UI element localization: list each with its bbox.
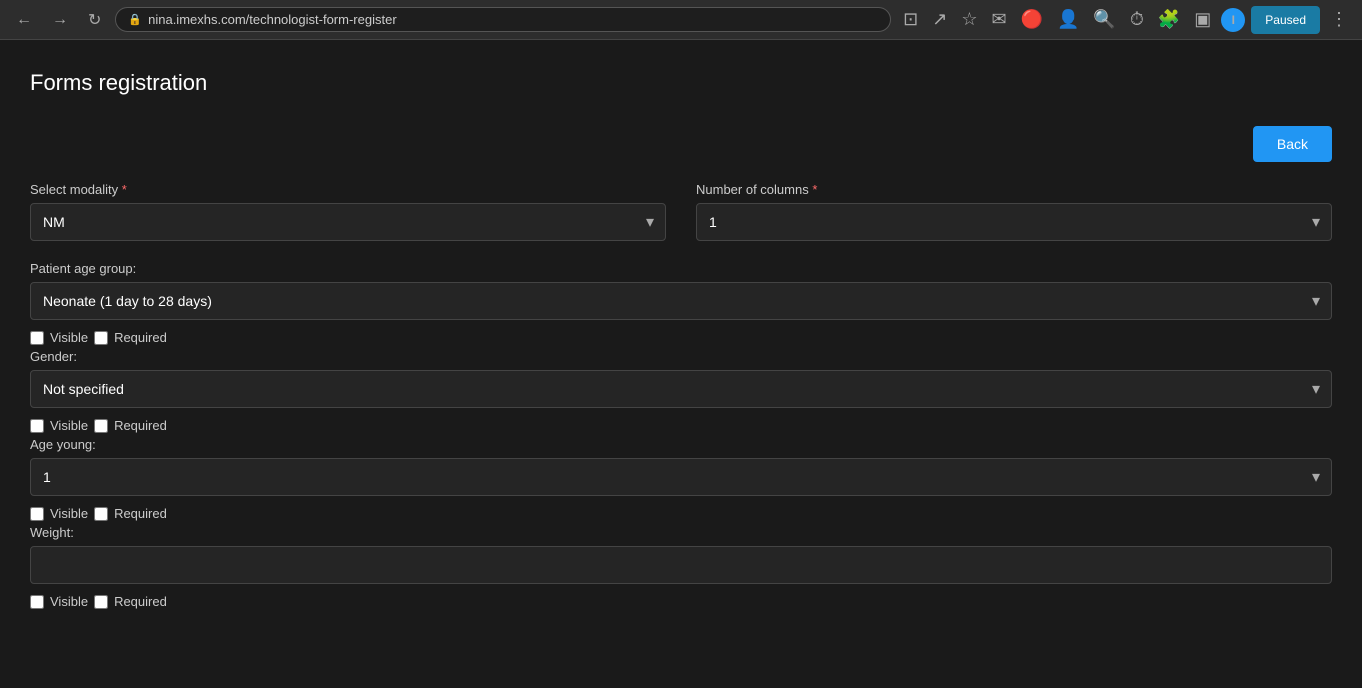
puzzle-icon[interactable]: 🧩 bbox=[1154, 5, 1184, 34]
weight-section: Visible Required Weight: bbox=[30, 506, 1332, 584]
paused-label: Paused bbox=[1261, 9, 1310, 31]
browser-actions: ⊡ ↗ ☆ ✉ 🔴 👤 🔍 ⏱ 🧩 ▣ I Paused ⋮ bbox=[899, 5, 1352, 34]
url-text: nina.imexhs.com/technologist-form-regist… bbox=[148, 12, 397, 27]
columns-group: Number of columns * 1 2 3 bbox=[696, 182, 1332, 241]
gender-visible-label[interactable]: Visible bbox=[50, 330, 88, 345]
modality-select[interactable]: NM CT MR US XR bbox=[30, 203, 666, 241]
page-title: Forms registration bbox=[30, 70, 1332, 96]
weight-required-checkbox[interactable] bbox=[94, 507, 108, 521]
back-nav-button[interactable]: ← bbox=[10, 7, 38, 33]
extra-checkbox-row: Visible Required bbox=[30, 594, 1332, 609]
gender-visible-checkbox[interactable] bbox=[30, 331, 44, 345]
bookmark-icon[interactable]: ☆ bbox=[957, 5, 981, 34]
weight-input[interactable] bbox=[30, 546, 1332, 584]
extra-visible-label[interactable]: Visible bbox=[50, 594, 88, 609]
extra-section: Visible Required bbox=[30, 594, 1332, 609]
columns-select[interactable]: 1 2 3 bbox=[696, 203, 1332, 241]
age-young-field-label: Age young: bbox=[30, 437, 1332, 452]
back-button[interactable]: Back bbox=[1253, 126, 1332, 162]
paused-badge: Paused bbox=[1251, 6, 1320, 34]
forward-nav-button[interactable]: → bbox=[46, 7, 74, 33]
columns-select-wrapper: 1 2 3 bbox=[696, 203, 1332, 241]
browser-bar: ← → ↻ 🔒 nina.imexhs.com/technologist-for… bbox=[0, 0, 1362, 40]
extra-visible-checkbox[interactable] bbox=[30, 595, 44, 609]
modality-label: Select modality * bbox=[30, 182, 666, 197]
screenshot-icon[interactable]: ⊡ bbox=[899, 5, 922, 34]
weight-required-label[interactable]: Required bbox=[114, 506, 167, 521]
age-young-select-wrapper: 1 2 3 4 5 bbox=[30, 458, 1332, 496]
user-icon[interactable]: 👤 bbox=[1053, 5, 1083, 34]
extra-required-checkbox[interactable] bbox=[94, 595, 108, 609]
gender-required-label[interactable]: Required bbox=[114, 330, 167, 345]
age-required-label[interactable]: Required bbox=[114, 418, 167, 433]
modality-columns-row: Select modality * NM CT MR US XR Number … bbox=[30, 182, 1332, 241]
address-bar[interactable]: 🔒 nina.imexhs.com/technologist-form-regi… bbox=[115, 7, 891, 32]
weight-field-label: Weight: bbox=[30, 525, 1332, 540]
patient-age-label: Patient age group: bbox=[30, 261, 1332, 276]
lock-icon: 🔒 bbox=[128, 13, 142, 26]
weight-visible-label[interactable]: Visible bbox=[50, 506, 88, 521]
gender-section: Visible Required Gender: Not specified M… bbox=[30, 330, 1332, 408]
timer-icon[interactable]: ⏱ bbox=[1126, 5, 1148, 34]
back-button-row: Back bbox=[30, 126, 1332, 162]
menu-icon[interactable]: ⋮ bbox=[1326, 5, 1352, 34]
modality-group: Select modality * NM CT MR US XR bbox=[30, 182, 666, 241]
age-required-checkbox[interactable] bbox=[94, 419, 108, 433]
reload-button[interactable]: ↻ bbox=[82, 6, 107, 34]
extension-icon[interactable]: 🔴 bbox=[1017, 5, 1047, 34]
patient-age-group: Patient age group: Neonate (1 day to 28 … bbox=[30, 261, 1332, 320]
gender-select-wrapper: Not specified Male Female Other bbox=[30, 370, 1332, 408]
age-young-checkbox-row: Visible Required bbox=[30, 418, 1332, 433]
mail-icon[interactable]: ✉ bbox=[987, 5, 1010, 34]
patient-age-select[interactable]: Neonate (1 day to 28 days) Infant Child … bbox=[30, 282, 1332, 320]
avatar[interactable]: I bbox=[1221, 8, 1245, 32]
gender-field-label: Gender: bbox=[30, 349, 1332, 364]
gender-select[interactable]: Not specified Male Female Other bbox=[30, 370, 1332, 408]
age-visible-label[interactable]: Visible bbox=[50, 418, 88, 433]
gender-required-checkbox[interactable] bbox=[94, 331, 108, 345]
patient-age-select-wrapper: Neonate (1 day to 28 days) Infant Child … bbox=[30, 282, 1332, 320]
age-young-select[interactable]: 1 2 3 4 5 bbox=[30, 458, 1332, 496]
search-icon[interactable]: 🔍 bbox=[1089, 5, 1119, 34]
share-icon[interactable]: ↗ bbox=[928, 5, 951, 34]
columns-label: Number of columns * bbox=[696, 182, 1332, 197]
weight-visible-checkbox[interactable] bbox=[30, 507, 44, 521]
age-visible-checkbox[interactable] bbox=[30, 419, 44, 433]
extra-required-label[interactable]: Required bbox=[114, 594, 167, 609]
age-young-section: Visible Required Age young: 1 2 3 4 5 bbox=[30, 418, 1332, 496]
weight-checkbox-row: Visible Required bbox=[30, 506, 1332, 521]
modality-select-wrapper: NM CT MR US XR bbox=[30, 203, 666, 241]
page-content: Forms registration Back Select modality … bbox=[0, 40, 1362, 649]
sidebar-icon[interactable]: ▣ bbox=[1190, 5, 1215, 34]
gender-checkbox-row: Visible Required bbox=[30, 330, 1332, 345]
